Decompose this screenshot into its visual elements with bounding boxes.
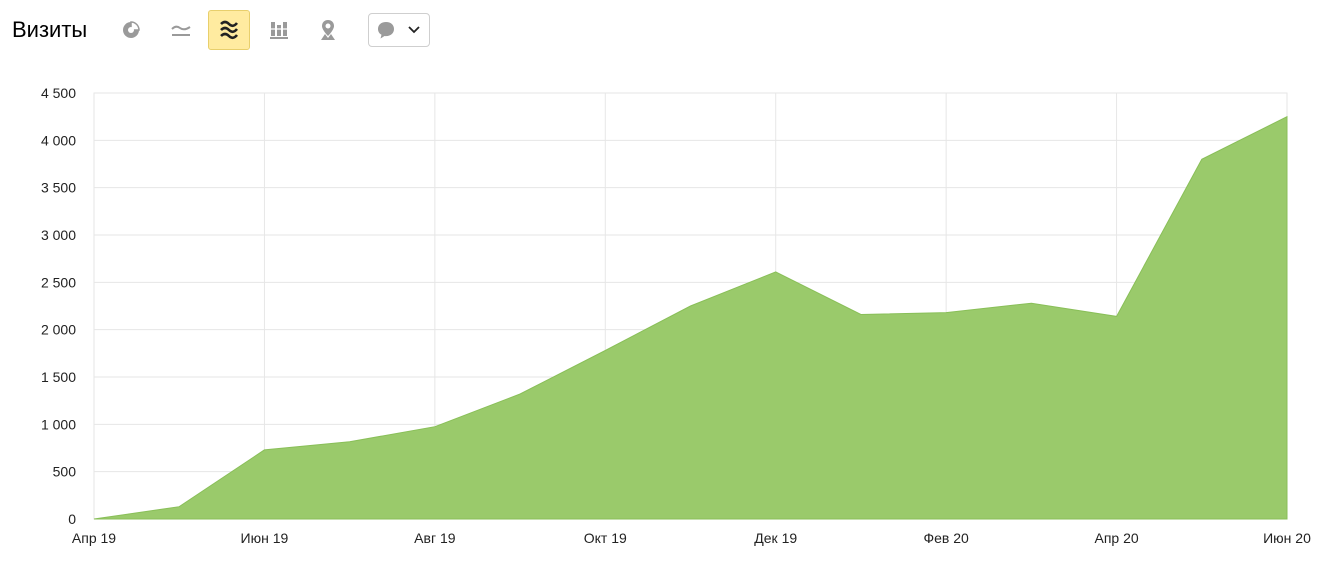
y-tick-label: 1 000	[41, 416, 76, 432]
y-tick-label: 1 500	[41, 369, 76, 385]
stacked-bar-chart-button[interactable]	[258, 10, 300, 50]
y-tick-label: 4 000	[41, 132, 76, 148]
x-axis: Апр 19 Июн 19 Авг 19 Окт 19 Дек 19 Фев 20 Апр …	[72, 530, 1311, 546]
annotations-dropdown[interactable]	[368, 13, 430, 47]
x-tick-label: Июн 19	[241, 530, 289, 546]
data-point[interactable]	[1284, 114, 1290, 120]
data-point[interactable]	[91, 516, 97, 522]
area-chart: 0 500 1 000 1 500 2 000 2 500 3 000 3 500 4 000 4…	[41, 85, 1311, 546]
data-point[interactable]	[517, 391, 523, 397]
data-point[interactable]	[176, 504, 182, 510]
x-tick-label: Апр 20	[1094, 530, 1138, 546]
y-tick-label: 2 000	[41, 322, 76, 338]
series-area	[91, 114, 1290, 522]
pie-chart-button[interactable]	[110, 10, 152, 50]
data-point[interactable]	[347, 439, 353, 445]
x-tick-label: Апр 19	[72, 530, 116, 546]
x-tick-label: Дек 19	[754, 530, 797, 546]
y-tick-label: 2 500	[41, 274, 76, 290]
y-tick-label: 500	[53, 464, 77, 480]
data-point[interactable]	[1199, 156, 1205, 162]
x-tick-label: Фев 20	[923, 530, 969, 546]
chevron-down-icon	[408, 26, 420, 34]
data-point[interactable]	[773, 269, 779, 275]
y-tick-label: 3 500	[41, 180, 76, 196]
pie-chart-icon	[123, 21, 140, 38]
chart-title: Визиты	[12, 17, 88, 42]
data-point[interactable]	[261, 447, 267, 453]
y-tick-label: 0	[68, 511, 76, 527]
x-tick-label: Авг 19	[414, 530, 456, 546]
data-point[interactable]	[1028, 300, 1034, 306]
data-point[interactable]	[688, 303, 694, 309]
data-point[interactable]	[602, 348, 608, 354]
area-chart-icon	[220, 20, 239, 40]
chart-toolbar: Визиты	[0, 0, 1330, 60]
line-chart-button[interactable]	[160, 10, 202, 50]
y-axis: 0 500 1 000 1 500 2 000 2 500 3 000 3 500 4 000 4…	[41, 85, 76, 527]
y-tick-label: 4 500	[41, 85, 76, 101]
y-tick-label: 3 000	[41, 227, 76, 243]
data-point[interactable]	[432, 424, 438, 430]
data-point[interactable]	[1114, 313, 1120, 319]
x-tick-label: Окт 19	[584, 530, 627, 546]
map-button[interactable]	[307, 10, 349, 50]
stacked-bar-chart-icon	[270, 22, 288, 39]
data-point[interactable]	[858, 312, 864, 318]
line-chart-icon	[171, 25, 191, 36]
x-tick-label: Июн 20	[1263, 530, 1311, 546]
comment-icon	[378, 22, 394, 39]
area-chart-button[interactable]	[208, 10, 250, 50]
area-fill	[93, 115, 1288, 520]
map-pin-icon	[321, 20, 335, 40]
data-point[interactable]	[943, 310, 949, 316]
